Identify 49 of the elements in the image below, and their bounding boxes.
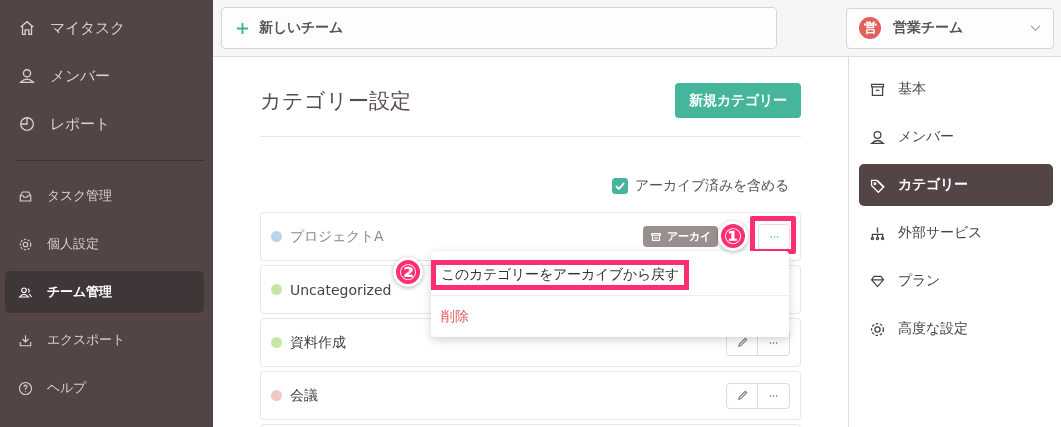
- sidebar-item[interactable]: メンバー: [5, 55, 204, 97]
- new-team-button[interactable]: 新しいチーム: [221, 7, 777, 49]
- team-avatar: 営: [859, 17, 881, 39]
- settings-nav-item[interactable]: 外部サービス: [859, 212, 1053, 254]
- checkbox[interactable]: [612, 178, 628, 194]
- home-icon: [18, 19, 36, 37]
- more-icon: [768, 393, 779, 398]
- person-icon: [869, 128, 886, 146]
- settings-nav-item[interactable]: 基本: [859, 68, 1053, 110]
- sidebar-item[interactable]: タスク管理: [5, 175, 204, 217]
- more-button[interactable]: [758, 223, 790, 250]
- more-icon: [768, 234, 780, 239]
- settings-nav-item[interactable]: 高度な設定: [859, 308, 1053, 350]
- more-icon: [768, 340, 779, 345]
- sidebar-item[interactable]: エクスポート: [5, 319, 204, 361]
- inbox-icon: [18, 188, 33, 204]
- plus-icon: [236, 21, 249, 35]
- sidebar-item[interactable]: レポート: [5, 103, 204, 145]
- chevron-down-icon: [1030, 24, 1041, 32]
- team-icon: [18, 284, 33, 300]
- menu-item[interactable]: このカテゴリーをアーカイブから戻す: [431, 260, 689, 290]
- step-number: ①: [718, 221, 748, 251]
- pencil-icon: [735, 336, 749, 349]
- archive-icon: [650, 230, 662, 243]
- download-icon: [18, 332, 33, 348]
- category-name: 資料作成: [290, 333, 347, 352]
- pie-chart-icon: [18, 115, 36, 133]
- checkbox-label: アーカイブ済みを含める: [635, 177, 789, 195]
- settings-nav-item[interactable]: メンバー: [859, 116, 1053, 158]
- gear-icon: [18, 236, 33, 252]
- settings-nav-item[interactable]: カテゴリー: [859, 164, 1053, 206]
- pencil-icon: [735, 389, 749, 402]
- edit-button[interactable]: [726, 382, 758, 409]
- page-title: カテゴリー設定: [260, 87, 411, 115]
- gear-icon: [869, 320, 886, 338]
- sidebar-item[interactable]: チーム管理: [5, 271, 204, 313]
- sidebar-item[interactable]: マイタスク: [5, 7, 204, 49]
- settings-nav-item[interactable]: プラン: [859, 260, 1053, 302]
- person-icon: [18, 67, 36, 85]
- team-selector[interactable]: 営 営業チーム: [846, 7, 1054, 49]
- help-icon: [18, 380, 33, 396]
- menu-item[interactable]: 削除: [431, 296, 789, 337]
- sidebar-item[interactable]: ヘルプ: [5, 367, 204, 409]
- badge-label: アーカイ: [667, 229, 711, 244]
- category-name: 会議: [290, 386, 319, 405]
- category-name: Uncategorized: [290, 281, 393, 298]
- step-number: ②: [393, 257, 423, 287]
- category-name: プロジェクトA: [290, 227, 385, 246]
- sidebar-item[interactable]: 個人設定: [5, 223, 204, 265]
